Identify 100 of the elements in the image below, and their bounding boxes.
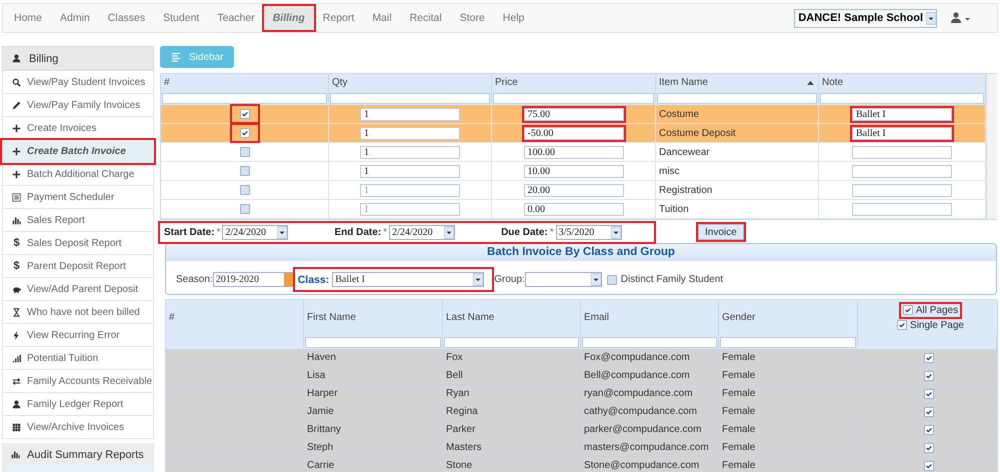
qty-field[interactable]: 1: [360, 164, 460, 178]
checkbox[interactable]: [240, 128, 250, 138]
table-cell: Haven: [307, 352, 336, 363]
checkbox[interactable]: [924, 388, 934, 398]
column-header[interactable]: Price: [495, 74, 518, 91]
checkbox[interactable]: [902, 305, 913, 315]
column-header[interactable]: Email: [584, 312, 610, 323]
table-row[interactable]: Carrie Stone Stone@compudance.com Female: [166, 457, 996, 472]
checkbox[interactable]: [240, 185, 250, 195]
note-field[interactable]: [852, 184, 952, 196]
filter-field[interactable]: [444, 336, 579, 348]
column-header[interactable]: Qty: [332, 74, 348, 91]
qty-field[interactable]: 1: [360, 126, 460, 140]
checkbox[interactable]: [240, 147, 250, 157]
sidebar-item[interactable]: Parent Deposit Report: [27, 260, 126, 272]
price-field[interactable]: 0.00: [524, 202, 624, 216]
qty-field[interactable]: 1: [360, 108, 460, 120]
note-field[interactable]: Ballet I: [852, 108, 952, 120]
filter-field[interactable]: [162, 92, 327, 104]
table-cell: Fox: [446, 352, 463, 363]
checkbox[interactable]: [240, 166, 250, 176]
table-row[interactable]: Lisa Bell Bell@compudance.com Female: [166, 367, 996, 385]
date-field[interactable]: 2/24/2020: [222, 224, 288, 240]
dropdown-arrow-icon[interactable]: [610, 224, 621, 240]
plus-icon: [12, 146, 21, 156]
date-field[interactable]: 3/5/2020: [556, 224, 622, 240]
price-field[interactable]: 20.00: [524, 184, 624, 196]
note-field[interactable]: [852, 164, 952, 178]
nav-tab[interactable]: Billing: [264, 6, 314, 30]
table-cell: Female: [722, 370, 756, 381]
date-field[interactable]: 2/24/2020: [389, 224, 456, 240]
filter-field[interactable]: [582, 336, 717, 348]
table-row[interactable]: Steph Masters masters@compudance.com Female: [166, 439, 996, 457]
price-field[interactable]: 100.00: [524, 146, 624, 158]
qty-field[interactable]: 1: [360, 146, 460, 158]
dropdown-arrow-icon[interactable]: [473, 272, 484, 287]
invoice-button[interactable]: Invoice: [698, 224, 744, 240]
checkbox[interactable]: [924, 370, 934, 380]
nav-tab[interactable]: Admin: [51, 6, 99, 30]
nav-tab[interactable]: Student: [154, 6, 208, 30]
column-header[interactable]: Note: [822, 74, 844, 91]
table-row[interactable]: Brittany Parker parker@compudance.com Female: [166, 421, 996, 439]
date-label: Due Date:: [501, 226, 548, 238]
note-field[interactable]: [852, 202, 952, 216]
checkbox[interactable]: [924, 424, 934, 434]
column-header[interactable]: Last Name: [446, 312, 494, 323]
checkbox[interactable]: [924, 352, 934, 362]
filter-field[interactable]: [330, 92, 490, 104]
filter-field[interactable]: [493, 92, 654, 104]
sidebar-section[interactable]: Audit Summary Reports: [2, 443, 154, 466]
column-header[interactable]: #: [169, 312, 175, 323]
note-field[interactable]: [852, 146, 952, 158]
nav-tab[interactable]: Recital: [400, 6, 451, 30]
class-select[interactable]: Ballet I: [332, 272, 484, 287]
checkbox[interactable]: [240, 204, 250, 214]
item-name: Registration: [658, 184, 712, 196]
sidebar-item[interactable]: Sales Deposit Report: [27, 238, 122, 248]
dropdown-arrow-icon[interactable]: [444, 224, 454, 240]
nav-tab[interactable]: Classes: [98, 6, 154, 30]
table-row[interactable]: Harper Ryan ryan@compudance.com Female: [166, 385, 996, 403]
price-field[interactable]: 75.00: [524, 108, 624, 120]
filter-field[interactable]: [720, 336, 856, 348]
column-header[interactable]: #: [164, 74, 170, 91]
scrollbar[interactable]: [986, 74, 997, 219]
sidebar-item[interactable]: Sales Report: [27, 214, 85, 226]
table-row[interactable]: Haven Fox Fox@compudance.com Female: [166, 349, 996, 367]
dropdown-arrow-icon[interactable]: [590, 272, 601, 287]
price-field[interactable]: 10.00: [524, 164, 624, 178]
table-cell: Ryan: [446, 388, 470, 399]
nav-tab[interactable]: Mail: [363, 6, 401, 30]
sidebar-section-title[interactable]: Audit Summary Reports: [27, 448, 144, 460]
item-name: misc: [658, 166, 680, 176]
note-field[interactable]: Ballet I: [852, 126, 952, 140]
filter-field[interactable]: [820, 92, 984, 104]
season-label: Season:: [176, 274, 213, 285]
column-header[interactable]: Gender: [722, 312, 756, 323]
nav-tab[interactable]: Store: [450, 6, 494, 30]
user-menu-icon[interactable]: [951, 12, 971, 24]
filter-field[interactable]: [305, 336, 441, 348]
dropdown-arrow-icon[interactable]: [277, 224, 288, 240]
filter-field[interactable]: [657, 92, 817, 104]
checkbox[interactable]: [924, 406, 934, 416]
nav-tab[interactable]: Help: [494, 6, 534, 30]
checkbox[interactable]: [606, 274, 617, 284]
table-cell: Female: [722, 352, 756, 363]
nav-tab[interactable]: Home: [5, 6, 52, 30]
school-select[interactable]: DANCE! Sample School: [794, 8, 937, 28]
dropdown-arrow-icon[interactable]: [926, 10, 936, 26]
season-select[interactable]: 2019-2020: [212, 272, 295, 287]
column-header[interactable]: First Name: [307, 312, 356, 323]
table-row[interactable]: Jamie Regina cathy@compudance.com Female: [166, 403, 996, 421]
nav-tab[interactable]: Report: [314, 6, 364, 30]
user-icon: [12, 400, 21, 408]
checkbox[interactable]: [924, 442, 934, 452]
checkbox[interactable]: [924, 460, 934, 470]
checkbox[interactable]: [897, 320, 908, 330]
nav-tab[interactable]: Teacher: [208, 6, 264, 30]
price-field[interactable]: -50.00: [524, 126, 624, 140]
user-icon: [12, 54, 21, 63]
checkbox[interactable]: [240, 109, 250, 119]
